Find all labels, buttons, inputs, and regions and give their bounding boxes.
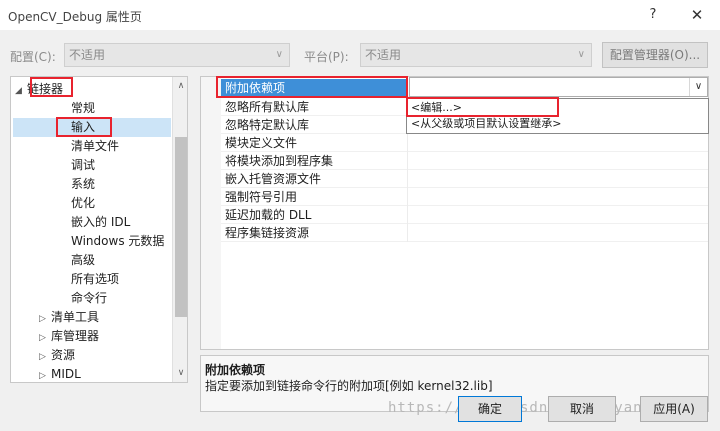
tree-item-system[interactable]: 系统 (71, 175, 95, 194)
dropdown-option-edit[interactable]: <编辑...> (411, 100, 462, 116)
expanded-arrow-icon[interactable]: ◢ (15, 82, 27, 101)
property-row[interactable]: 程序集链接资源 (221, 224, 708, 242)
property-name[interactable]: 强制符号引用 (221, 188, 408, 206)
tree-item-label: 清单工具 (51, 310, 100, 324)
tree-item-resources[interactable]: ▷ 资源 (39, 346, 75, 365)
config-label: 配置(C): (10, 50, 56, 64)
close-button[interactable]: ✕ (684, 4, 710, 26)
tree-item-label: 链接器 (27, 82, 64, 96)
tree-item-all-options[interactable]: 所有选项 (71, 270, 119, 289)
config-manager-button[interactable]: 配置管理器(O)... (602, 42, 708, 68)
tree-item-command-line[interactable]: 命令行 (71, 289, 107, 308)
config-value: 不适用 (69, 48, 106, 62)
property-name[interactable]: 将模块添加到程序集 (221, 152, 408, 170)
property-pages-dialog: 配置(C): 不适用 ∨ 平台(P): 不适用 ∨ 配置管理器(O)... ◢ 链… (0, 30, 720, 431)
tree-item-linker[interactable]: ◢ 链接器 (15, 80, 63, 99)
tree-item-label: 资源 (51, 348, 76, 362)
window-title: OpenCV_Debug 属性页 (8, 10, 142, 24)
cancel-button[interactable]: 取消 (548, 396, 616, 422)
tree-scrollbar[interactable]: ∧ ∨ (172, 77, 187, 382)
scroll-up-icon[interactable]: ∧ (173, 79, 187, 93)
chevron-down-icon: ∨ (275, 49, 283, 60)
tree-item-manifest-tool[interactable]: ▷ 清单工具 (39, 308, 99, 327)
property-name[interactable]: 模块定义文件 (221, 134, 408, 152)
tree-item-librarian[interactable]: ▷ 库管理器 (39, 327, 99, 346)
category-tree[interactable]: ◢ 链接器 常规 输入 清单文件 调试 系统 优化 嵌入的 IDL Windows… (10, 76, 188, 383)
tree-item-input[interactable]: 输入 (13, 118, 171, 137)
grid-gutter (201, 77, 221, 349)
tree-item-midl[interactable]: ▷ MIDL (39, 365, 81, 382)
property-row[interactable]: 模块定义文件 (221, 134, 708, 152)
scrollbar-thumb[interactable] (175, 137, 187, 317)
apply-button[interactable]: 应用(A) (640, 396, 708, 422)
property-name[interactable]: 嵌入托管资源文件 (221, 170, 408, 188)
chevron-down-icon: ∨ (577, 49, 585, 60)
chevron-down-icon[interactable]: ∨ (689, 78, 707, 96)
property-name[interactable]: 忽略特定默认库 (221, 116, 408, 134)
tree-item-manifest-file[interactable]: 清单文件 (71, 137, 119, 156)
tree-item-optimization[interactable]: 优化 (71, 194, 95, 213)
scroll-down-icon[interactable]: ∨ (173, 366, 187, 380)
tree-item-label: MIDL (51, 367, 81, 381)
property-name[interactable]: 忽略所有默认库 (221, 98, 408, 116)
property-row[interactable]: 将模块添加到程序集 (221, 152, 708, 170)
property-row[interactable]: 延迟加载的 DLL (221, 206, 708, 224)
dropdown-option-inherit[interactable]: <从父级或项目默认设置继承> (411, 116, 561, 132)
ok-button[interactable]: 确定 (458, 396, 522, 422)
property-name[interactable]: 延迟加载的 DLL (221, 206, 408, 224)
property-row[interactable]: 嵌入托管资源文件 (221, 170, 708, 188)
value-dropdown-list[interactable]: <编辑...> <从父级或项目默认设置继承> (406, 98, 709, 134)
tree-item-windows-metadata[interactable]: Windows 元数据 (71, 232, 164, 251)
collapsed-arrow-icon[interactable]: ▷ (39, 367, 51, 382)
property-name[interactable]: 附加依赖项 (221, 79, 408, 97)
tree-item-embedded-idl[interactable]: 嵌入的 IDL (71, 213, 130, 232)
property-name[interactable]: 程序集链接资源 (221, 224, 408, 242)
tree-item-debugging[interactable]: 调试 (71, 156, 95, 175)
config-select[interactable]: 不适用 ∨ (64, 43, 290, 67)
platform-value: 不适用 (365, 48, 402, 62)
description-text: 指定要添加到链接命令行的附加项[例如 kernel32.lib] (205, 379, 493, 393)
platform-label: 平台(P): (304, 50, 349, 64)
property-row[interactable]: 强制符号引用 (221, 188, 708, 206)
tree-item-advanced[interactable]: 高级 (71, 251, 95, 270)
title-bar: OpenCV_Debug 属性页 ? ✕ (0, 0, 720, 30)
tree-item-general[interactable]: 常规 (71, 99, 95, 118)
help-button[interactable]: ? (640, 4, 666, 26)
description-title: 附加依赖项 (205, 363, 266, 377)
tree-item-label: 库管理器 (51, 329, 100, 343)
platform-select[interactable]: 不适用 ∨ (360, 43, 592, 67)
property-value-combo[interactable]: ∨ (409, 77, 708, 97)
